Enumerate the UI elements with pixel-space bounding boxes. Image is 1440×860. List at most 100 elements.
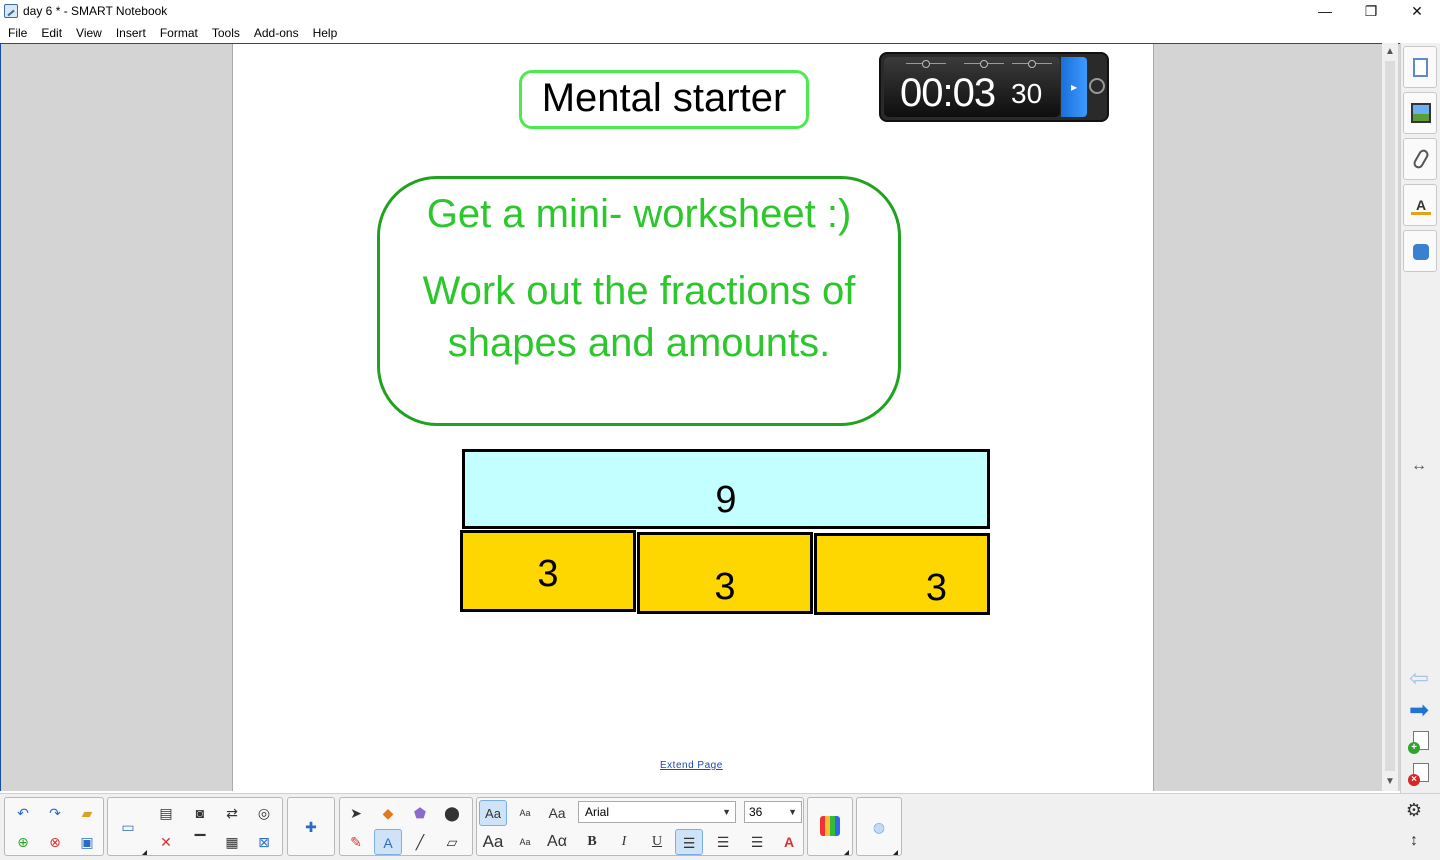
seconds-slider[interactable]: [1012, 60, 1052, 71]
timer-reset-icon[interactable]: [1089, 78, 1105, 94]
menu-edit[interactable]: Edit: [34, 24, 69, 42]
bar-model-whole[interactable]: 9: [462, 449, 990, 529]
tab-gallery[interactable]: [1403, 92, 1437, 134]
display-screens-icon[interactable]: ▭: [114, 814, 142, 840]
minimize-button[interactable]: —: [1302, 0, 1348, 23]
align-right-icon[interactable]: ☰: [743, 829, 771, 855]
toolbar-group-effects: ◍: [856, 797, 902, 856]
slider-knob-icon[interactable]: [1028, 60, 1036, 68]
slide-title-box[interactable]: Mental starter: [519, 70, 809, 129]
close-button[interactable]: ✕: [1394, 0, 1440, 23]
minutes-slider[interactable]: [906, 60, 946, 71]
side-bar: A ↔ ⇦ ➡ + ×: [1400, 43, 1440, 793]
font-size-dropdown[interactable]: 36 ▼: [744, 801, 802, 823]
delete-page-button[interactable]: ×: [1408, 763, 1429, 786]
slider-knob-icon[interactable]: [980, 60, 988, 68]
chevron-down-icon[interactable]: ▼: [722, 802, 731, 822]
instruction-line-1: Get a mini- worksheet :): [426, 192, 852, 236]
page-sorter-icon: [1413, 58, 1428, 77]
timer-play-button[interactable]: ▸: [1061, 57, 1087, 117]
instruction-box[interactable]: Get a mini- worksheet :) Work out the fr…: [377, 176, 901, 426]
paste-icon[interactable]: ▤: [152, 800, 180, 826]
menu-help[interactable]: Help: [306, 24, 345, 42]
scroll-down-icon[interactable]: ▼: [1382, 774, 1398, 790]
menu-view[interactable]: View: [69, 24, 109, 42]
select-icon[interactable]: ➤: [342, 800, 370, 826]
notebook-page[interactable]: Mental starter 00:03 30 ▸ Get a mini- wo…: [232, 44, 1154, 791]
open-file-icon[interactable]: ▰: [73, 800, 101, 826]
add-ons-toolbar-icon[interactable]: ✚: [297, 814, 325, 840]
countdown-timer-widget[interactable]: 00:03 30 ▸: [879, 52, 1109, 122]
italic-button[interactable]: I: [610, 829, 638, 855]
text-style-small-2-button[interactable]: Aa: [511, 829, 539, 855]
gallery-icon: [1411, 103, 1431, 123]
chevron-down-icon[interactable]: ▼: [788, 802, 797, 822]
menu-insert[interactable]: Insert: [109, 24, 153, 42]
fill-icon[interactable]: ⬤: [438, 800, 466, 826]
menu-tools[interactable]: Tools: [205, 24, 247, 42]
extend-page-link[interactable]: Extend Page: [660, 760, 723, 771]
tab-add-ons[interactable]: [1403, 230, 1437, 272]
scroll-thumb[interactable]: [1385, 61, 1395, 771]
pens-icon[interactable]: ✎: [342, 829, 370, 855]
line-icon[interactable]: ╱: [406, 829, 434, 855]
next-page-icon[interactable]: ➡: [1409, 699, 1429, 723]
menu-add-ons[interactable]: Add-ons: [247, 24, 306, 42]
menu-format[interactable]: Format: [153, 24, 205, 42]
seconds-tens-slider[interactable]: [964, 60, 1004, 71]
instruction-line-2a: Work out the fractions of: [422, 269, 856, 313]
delete-page-toolbar-icon[interactable]: ⊗: [41, 829, 69, 855]
text-style-small-button[interactable]: Aa: [511, 800, 539, 826]
align-center-icon[interactable]: ☰: [709, 829, 737, 855]
bar-model-part-3[interactable]: 3: [814, 533, 990, 615]
tab-page-sorter[interactable]: [1403, 46, 1437, 88]
menu-bar: File Edit View Insert Format Tools Add-o…: [0, 23, 1440, 43]
slider-knob-icon[interactable]: [922, 60, 930, 68]
clear-format-button[interactable]: A: [775, 829, 803, 855]
text-style-serif-2-button[interactable]: Aα: [543, 829, 571, 855]
menu-file[interactable]: File: [1, 24, 34, 42]
settings-gear-icon[interactable]: ⚙: [1400, 797, 1428, 823]
color-menu-arrow-icon[interactable]: [844, 850, 849, 855]
tab-properties[interactable]: A: [1403, 184, 1437, 226]
bar-model-part-1[interactable]: 3: [460, 530, 636, 612]
transparency-icon[interactable]: ◍: [865, 814, 893, 840]
color-palette-icon[interactable]: [820, 816, 840, 836]
document-camera-icon[interactable]: ◎: [250, 800, 278, 826]
text-style-large-2-button[interactable]: Aa: [479, 829, 507, 855]
screen-capture-icon[interactable]: ◙: [186, 800, 214, 826]
redo-icon[interactable]: ↷: [41, 800, 69, 826]
display-menu-arrow-icon[interactable]: [142, 850, 147, 855]
undo-icon[interactable]: ↶: [9, 800, 37, 826]
shapes-icon[interactable]: ◆: [374, 800, 402, 826]
text-style-serif-button[interactable]: Aa: [543, 800, 571, 826]
tab-attachments[interactable]: [1403, 138, 1437, 180]
full-screen-toggle-icon[interactable]: ⊠: [250, 829, 278, 855]
align-left-icon[interactable]: ☰: [675, 829, 703, 855]
bold-button[interactable]: B: [578, 829, 606, 855]
eraser-shape-icon[interactable]: ⬟: [406, 800, 434, 826]
restore-button[interactable]: ❐: [1348, 0, 1394, 23]
eraser-icon[interactable]: ▱: [438, 829, 466, 855]
save-icon[interactable]: ▣: [73, 829, 101, 855]
font-family-dropdown[interactable]: Arial ▼: [578, 801, 736, 823]
move-toolbar-icon[interactable]: ↕: [1400, 828, 1428, 854]
insert-table-icon[interactable]: ▦: [218, 829, 246, 855]
text-style-large-button[interactable]: Aa: [479, 800, 507, 826]
text-tool-button[interactable]: A: [374, 829, 402, 855]
delete-page-icon: ×: [1408, 774, 1420, 786]
underline-button[interactable]: U: [643, 829, 671, 855]
scroll-up-icon[interactable]: ▲: [1382, 44, 1398, 60]
previous-page-icon[interactable]: ⇦: [1409, 667, 1429, 691]
resize-sidebar-icon[interactable]: ↔: [1411, 457, 1427, 475]
screen-shade-icon[interactable]: ▔: [186, 829, 214, 855]
toolbar-group-edit: ↶ ↷ ▰ ⊕ ⊗ ▣: [4, 797, 104, 856]
font-size-value: 36: [749, 805, 763, 819]
full-screen-icon[interactable]: ⇄: [218, 800, 246, 826]
bar-model-part-2[interactable]: 3: [637, 532, 813, 614]
vertical-scrollbar[interactable]: ▲ ▼: [1382, 43, 1398, 791]
add-page-button[interactable]: +: [1408, 731, 1429, 754]
add-page-toolbar-icon[interactable]: ⊕: [9, 829, 37, 855]
effects-menu-arrow-icon[interactable]: [893, 850, 898, 855]
delete-icon[interactable]: ✕: [152, 829, 180, 855]
